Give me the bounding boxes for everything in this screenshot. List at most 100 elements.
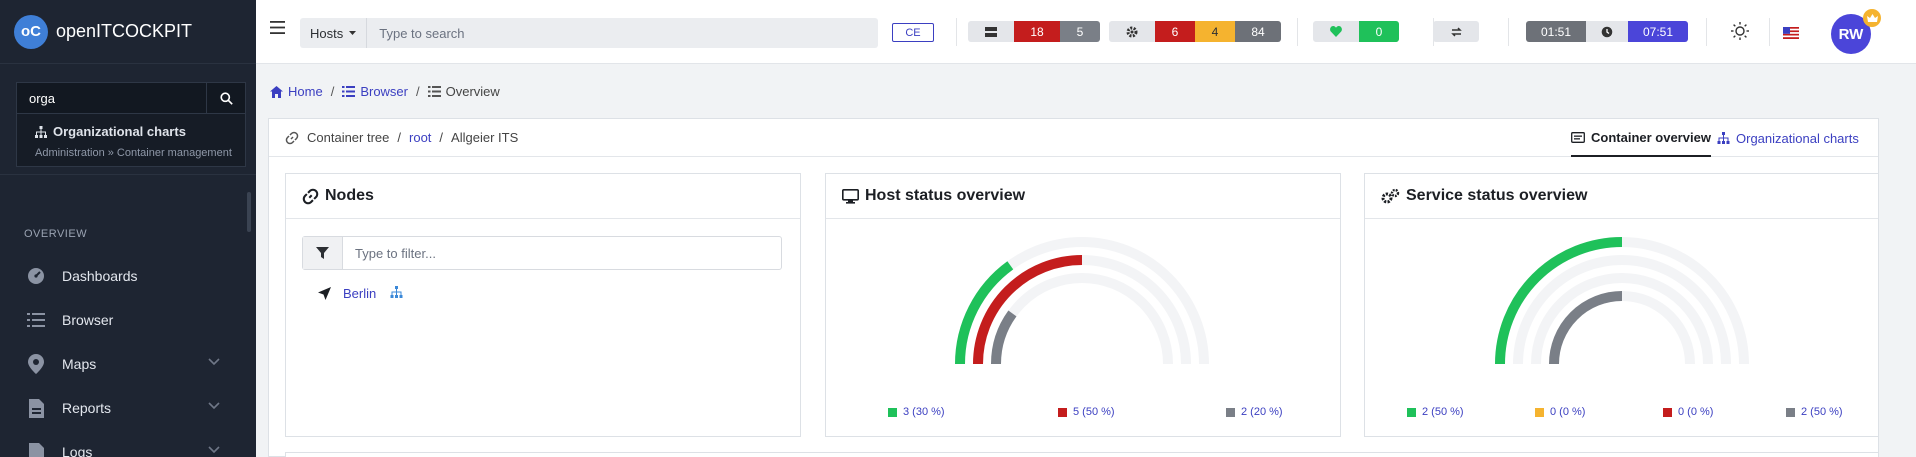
nodes-card-header: Nodes	[286, 174, 800, 219]
tab-organizational-charts[interactable]: Organizational charts	[1717, 119, 1859, 157]
node-orgchart-button[interactable]	[390, 286, 403, 301]
breadcrumb-separator: /	[330, 84, 335, 99]
report-icon	[26, 398, 46, 418]
dashboard-icon	[26, 266, 46, 286]
search-input[interactable]: Type to search	[367, 26, 464, 41]
menu-search-result[interactable]: Organizational charts Administration » C…	[16, 114, 246, 167]
system-health-counter[interactable]: 0	[1313, 21, 1399, 42]
legend-label: 0 (0 %)	[1550, 406, 1586, 418]
legend-item-unreachable: 2 (20 %)	[1226, 406, 1283, 418]
search-type-dropdown[interactable]: Hosts	[300, 18, 368, 48]
nodes-card: Nodes Type to filter... Berlin	[285, 173, 801, 437]
next-panel-edge	[285, 452, 1879, 457]
legend-swatch	[1058, 407, 1067, 417]
top-bar: Hosts Type to search CE 18 5 6 4 84 0 01…	[256, 0, 1916, 64]
cog-icon	[1109, 21, 1155, 42]
hosts-down-count[interactable]: 18	[1014, 21, 1060, 42]
theme-toggle-button[interactable]	[1731, 22, 1749, 45]
breadcrumb-browser-label: Browser	[360, 84, 408, 99]
container-path: Container tree / root / Allgeier ITS Con…	[269, 119, 1878, 157]
chevron-down-icon	[208, 358, 220, 366]
sidebar-item-dashboards[interactable]: Dashboards	[0, 254, 256, 298]
sidebar-item-label: Logs	[62, 444, 93, 457]
service-status-title: Service status overview	[1406, 187, 1588, 204]
menu-search-button[interactable]	[206, 82, 246, 114]
user-time: 07:51	[1628, 21, 1688, 42]
host-status-card: Host status overview 3 (30 %) 5 (50 %) 2…	[825, 173, 1341, 437]
home-icon	[270, 85, 283, 98]
tab-container-overview[interactable]: Container overview	[1571, 119, 1711, 157]
legend-item-unknown: 2 (50 %)	[1786, 406, 1843, 418]
legend-label: 2 (20 %)	[1241, 406, 1283, 418]
node-link-berlin[interactable]: Berlin	[343, 286, 376, 301]
legend-label: 5 (50 %)	[1073, 406, 1115, 418]
service-unknown-track	[1549, 291, 1695, 365]
sidebar-item-label: Dashboards	[62, 268, 138, 284]
server-icon	[968, 21, 1014, 42]
health-count[interactable]: 0	[1359, 21, 1399, 42]
menu-search: orga	[16, 82, 246, 114]
legend-label: 3 (30 %)	[903, 406, 945, 418]
filter-icon	[303, 237, 343, 269]
services-warning-count[interactable]: 4	[1195, 21, 1235, 42]
list-icon	[342, 86, 356, 97]
services-unknown-count[interactable]: 84	[1235, 21, 1281, 42]
nav-section-header: OVERVIEW	[24, 228, 88, 240]
menu-toggle-button[interactable]	[270, 21, 285, 39]
link-icon	[302, 188, 319, 204]
nodes-filter-input[interactable]: Type to filter...	[343, 237, 436, 269]
divider	[1769, 18, 1770, 46]
sidebar-scrollbar[interactable]	[247, 192, 251, 232]
hosts-unreachable-count[interactable]: 5	[1060, 21, 1100, 42]
service-status-counter[interactable]: 6 4 84	[1109, 21, 1281, 42]
container-root-link[interactable]: root	[409, 130, 431, 145]
desktop-icon	[842, 188, 859, 204]
sidebar-item-maps[interactable]: Maps	[0, 342, 256, 386]
breadcrumb-home[interactable]: Home	[270, 84, 323, 99]
sitemap-icon	[390, 286, 403, 298]
id-card-icon	[1571, 131, 1585, 143]
logo-row[interactable]: oC openITCOCKPIT	[0, 0, 256, 64]
chevron-down-icon	[208, 446, 220, 454]
caret-down-icon	[349, 31, 357, 35]
service-status-card: Service status overview 2 (50 %) 0 (0 %)…	[1364, 173, 1879, 437]
sidebar-item-reports[interactable]: Reports	[0, 386, 256, 430]
path-separator: /	[439, 130, 444, 145]
sidebar: oC openITCOCKPIT orga Organizational cha…	[0, 0, 256, 457]
crown-icon	[1863, 9, 1881, 27]
legend-swatch	[1663, 407, 1672, 417]
service-status-header: Service status overview	[1365, 174, 1878, 219]
breadcrumb-home-label: Home	[288, 84, 323, 99]
search-result-path: Administration » Container management	[35, 147, 232, 159]
link-icon	[285, 131, 299, 144]
legend-label: 0 (0 %)	[1678, 406, 1714, 418]
clock-icon	[1586, 21, 1628, 42]
host-unreachable-track	[991, 273, 1173, 365]
breadcrumb-current: Overview	[427, 84, 500, 99]
host-status-header: Host status overview	[826, 174, 1340, 219]
legend-item-up: 3 (30 %)	[888, 406, 945, 418]
refresh-icon	[1433, 21, 1479, 42]
legend-label: 2 (50 %)	[1801, 406, 1843, 418]
service-critical-track	[1531, 273, 1713, 365]
host-status-title: Host status overview	[865, 187, 1026, 204]
location-arrow-icon	[318, 287, 331, 300]
us-flag-icon	[1783, 27, 1799, 39]
host-status-counter[interactable]: 18 5	[968, 21, 1100, 42]
search-result-label: Organizational charts	[53, 124, 186, 139]
sidebar-item-browser[interactable]: Browser	[0, 298, 256, 342]
path-separator: /	[397, 130, 402, 145]
breadcrumb-browser[interactable]: Browser	[342, 84, 408, 99]
chevron-down-icon	[208, 402, 220, 410]
sun-icon	[1731, 22, 1749, 40]
services-critical-count[interactable]: 6	[1155, 21, 1195, 42]
app-name: openITCOCKPIT	[56, 21, 193, 41]
refresh-button[interactable]	[1433, 21, 1479, 42]
sidebar-item-label: Browser	[62, 312, 114, 328]
sidebar-item-logs[interactable]: Logs	[0, 430, 256, 457]
list-icon	[26, 310, 46, 330]
legend-swatch	[1786, 407, 1795, 417]
menu-search-input[interactable]: orga	[16, 82, 206, 114]
nodes-title: Nodes	[325, 187, 374, 204]
language-selector[interactable]	[1783, 26, 1799, 44]
